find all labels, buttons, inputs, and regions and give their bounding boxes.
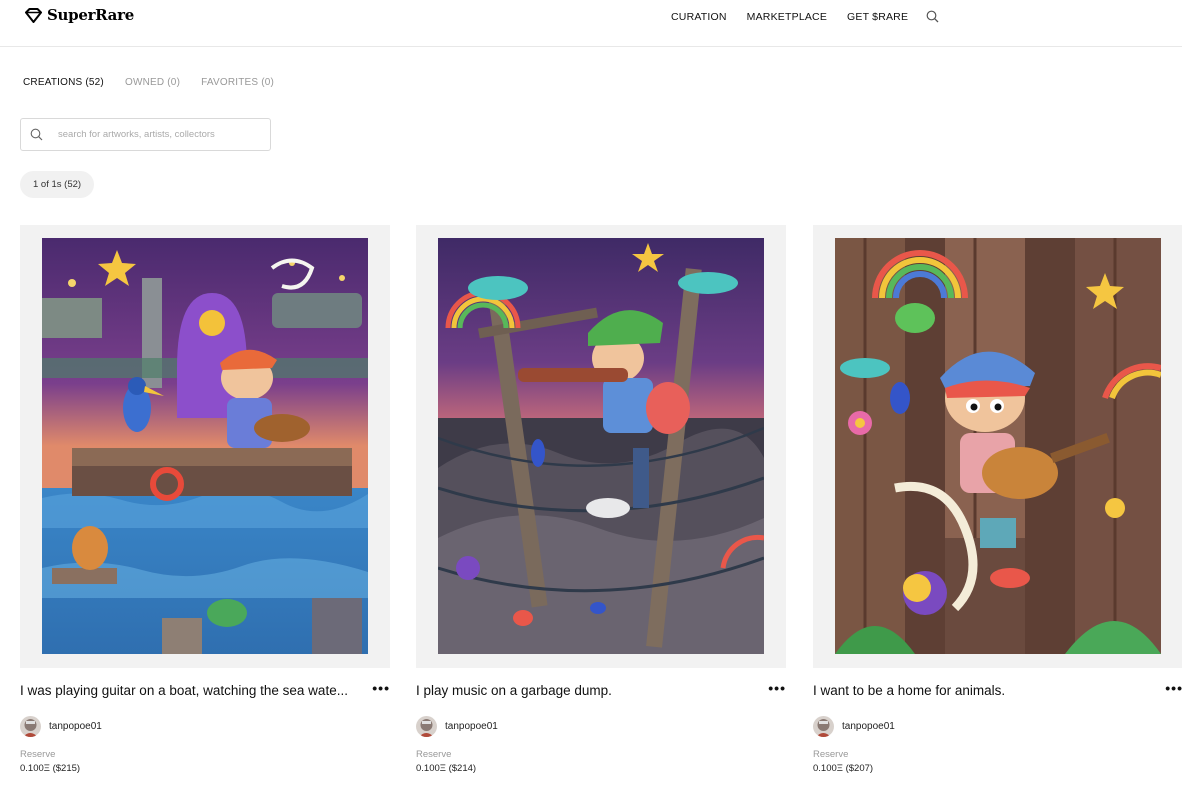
reserve-label: Reserve: [813, 749, 849, 760]
reserve-label: Reserve: [416, 749, 452, 760]
nav-curation[interactable]: CURATION: [671, 11, 727, 23]
superrare-logo[interactable]: SuperRare: [25, 6, 134, 24]
artwork-title[interactable]: I want to be a home for animals.: [813, 683, 1158, 698]
more-icon[interactable]: •••: [768, 681, 786, 695]
avatar: [813, 716, 834, 737]
card-title-row: I play music on a garbage dump. •••: [416, 681, 786, 699]
tab-creations[interactable]: CREATIONS (52): [23, 77, 104, 88]
search-icon[interactable]: [926, 10, 939, 23]
nav-get-rare[interactable]: GET $RARE: [847, 11, 908, 23]
top-header: SuperRare CURATION MARKETPLACE GET $RARE: [0, 0, 1182, 47]
card-title-row: I want to be a home for animals. •••: [813, 681, 1182, 699]
artist-link[interactable]: tanpopoe01: [20, 716, 102, 737]
reserve-price: 0.100Ξ ($215): [20, 763, 81, 774]
artwork-thumbnail[interactable]: [20, 225, 390, 668]
tab-owned[interactable]: OWNED (0): [125, 77, 180, 88]
more-icon[interactable]: •••: [372, 681, 390, 695]
artwork-card: I play music on a garbage dump. ••• tanp…: [416, 225, 786, 774]
filter-pill-1of1s[interactable]: 1 of 1s (52): [20, 171, 95, 198]
profile-tabs: CREATIONS (52) OWNED (0) FAVORITES (0): [23, 77, 295, 88]
search-field[interactable]: [20, 118, 271, 151]
more-icon[interactable]: •••: [1165, 681, 1182, 695]
main-nav: CURATION MARKETPLACE GET $RARE: [671, 10, 939, 23]
tab-favorites[interactable]: FAVORITES (0): [201, 77, 274, 88]
artwork-title[interactable]: I play music on a garbage dump.: [416, 683, 761, 698]
artist-name: tanpopoe01: [842, 721, 895, 732]
reserve-label: Reserve: [20, 749, 56, 760]
artist-name: tanpopoe01: [445, 721, 498, 732]
artist-name: tanpopoe01: [49, 721, 102, 732]
reserve-price: 0.100Ξ ($207): [813, 763, 874, 774]
nav-marketplace[interactable]: MARKETPLACE: [747, 11, 827, 23]
search-input[interactable]: [58, 129, 258, 140]
avatar: [20, 716, 41, 737]
artwork-title[interactable]: I was playing guitar on a boat, watching…: [20, 683, 365, 698]
avatar: [416, 716, 437, 737]
artwork-image: [835, 238, 1161, 654]
diamond-logo-icon: [25, 7, 42, 23]
reserve-price: 0.100Ξ ($214): [416, 763, 477, 774]
artwork-card: I want to be a home for animals. ••• tan…: [813, 225, 1182, 774]
artist-link[interactable]: tanpopoe01: [416, 716, 498, 737]
card-title-row: I was playing guitar on a boat, watching…: [20, 681, 390, 699]
artist-link[interactable]: tanpopoe01: [813, 716, 895, 737]
artwork-card: I was playing guitar on a boat, watching…: [20, 225, 390, 774]
artwork-image: [438, 238, 764, 654]
artwork-thumbnail[interactable]: [416, 225, 786, 668]
artwork-image: [42, 238, 368, 654]
brand-name: SuperRare: [47, 6, 134, 24]
search-icon: [30, 128, 43, 141]
artwork-thumbnail[interactable]: [813, 225, 1182, 668]
